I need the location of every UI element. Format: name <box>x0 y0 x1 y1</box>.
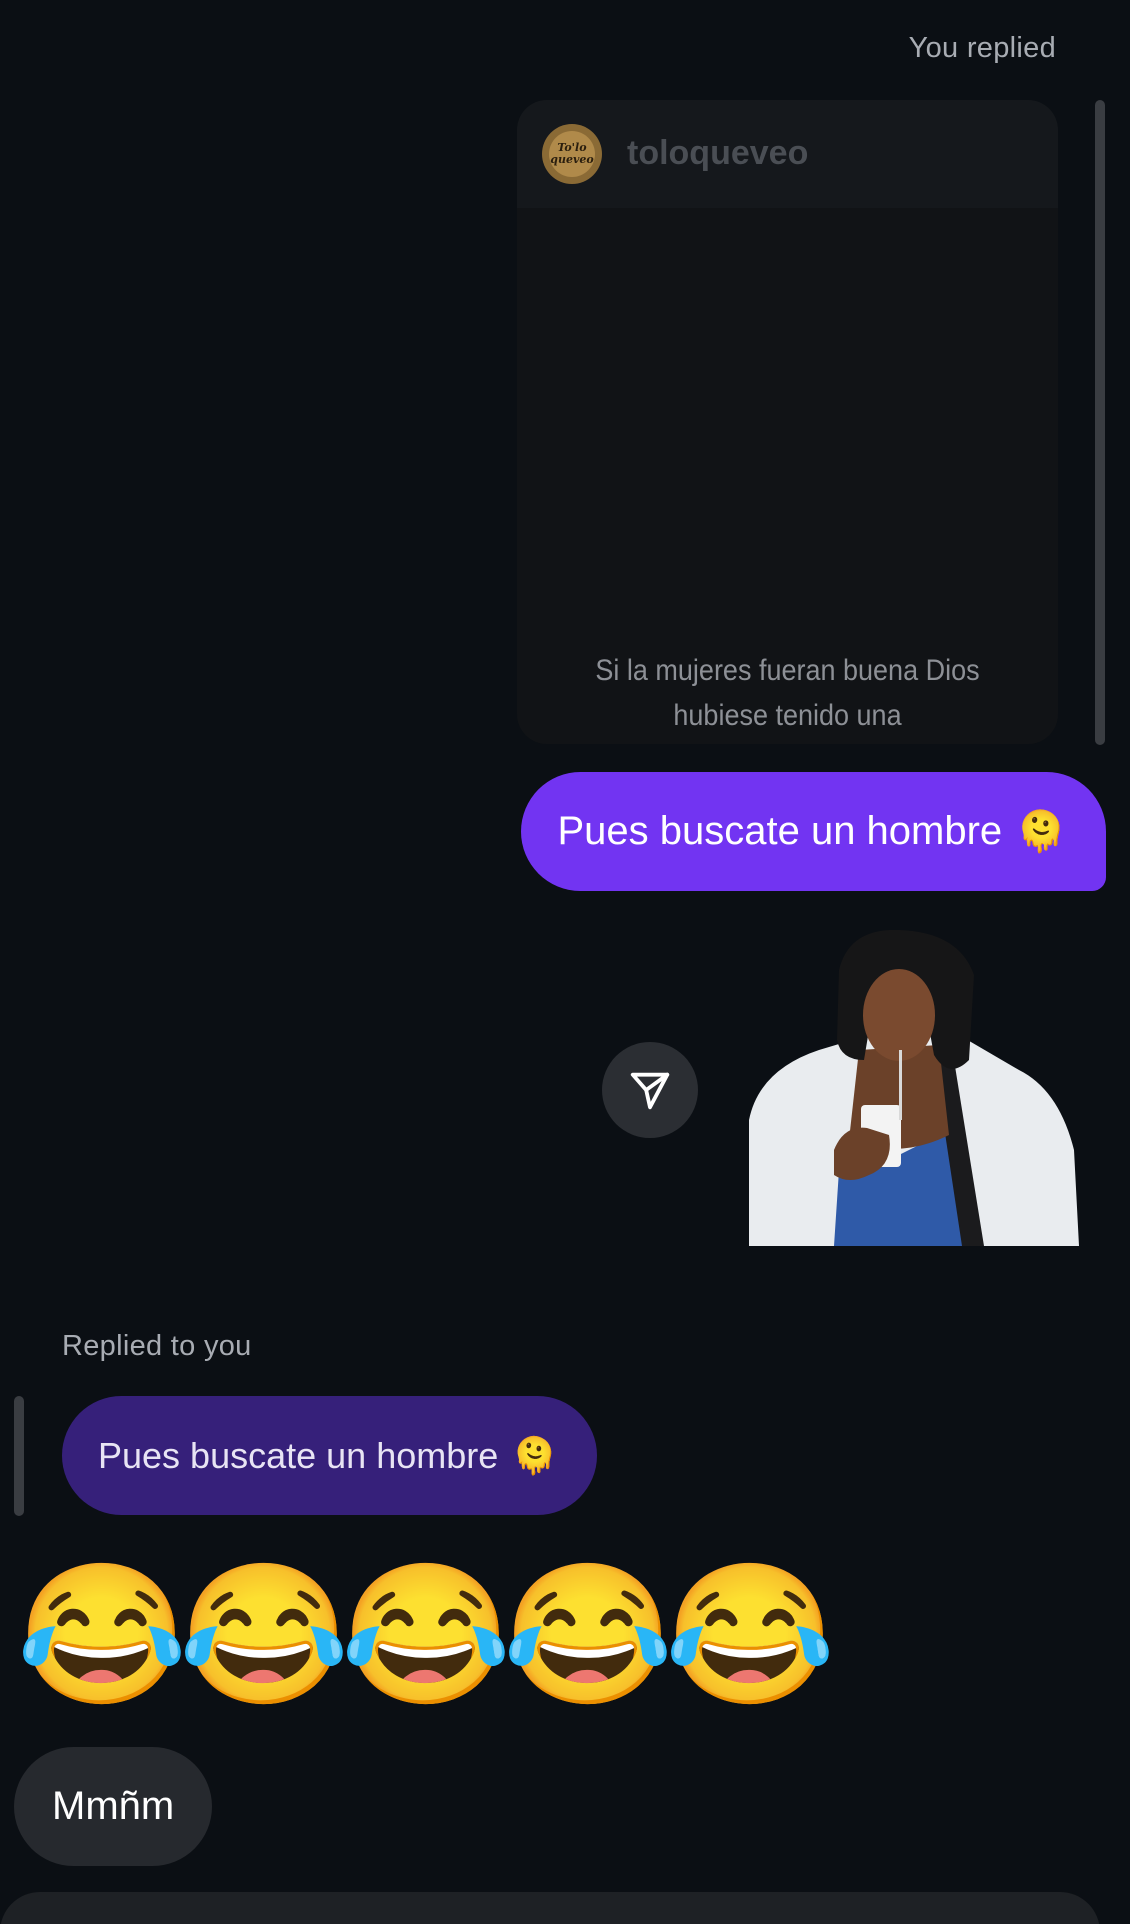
reply-indicator-bar <box>14 1396 24 1516</box>
message-composer[interactable] <box>0 1892 1100 1924</box>
emoji-message[interactable]: 😂 😂 😂 😂 😂 <box>16 1558 836 1712</box>
story-reply-card[interactable]: To'lo queveo toloqueveo Si la mujeres fu… <box>517 100 1058 744</box>
story-username[interactable]: toloqueveo <box>627 134 808 173</box>
replied-to-you-label: Replied to you <box>62 1330 252 1362</box>
quoted-message-bubble[interactable]: Pues buscate un hombre 🫠 <box>62 1396 598 1515</box>
tears-of-joy-emoji: 😂 <box>178 1558 350 1712</box>
you-replied-label: You replied <box>908 32 1056 64</box>
melting-face-emoji: 🫠 <box>1016 809 1066 854</box>
sticker-image[interactable] <box>749 930 1079 1246</box>
sent-message-text: Pues buscate un hombre <box>557 809 1003 853</box>
story-avatar-logo: To'lo queveo <box>549 131 595 177</box>
share-button[interactable] <box>602 1042 698 1138</box>
story-header: To'lo queveo toloqueveo <box>517 100 1058 208</box>
melting-face-emoji: 🫠 <box>512 1434 558 1476</box>
story-preview[interactable]: Si la mujeres fueran buena Dios hubiese … <box>517 208 1058 744</box>
quoted-message-text: Pues buscate un hombre <box>98 1434 499 1476</box>
tears-of-joy-emoji: 😂 <box>16 1558 188 1712</box>
received-message-text: Mmñm <box>52 1784 175 1828</box>
paper-plane-icon <box>630 1072 670 1110</box>
sent-message-bubble[interactable]: Pues buscate un hombre 🫠 <box>521 772 1106 891</box>
reply-indicator-bar <box>1095 100 1105 745</box>
dm-thread: You replied To'lo queveo toloqueveo Si l… <box>0 0 1130 1924</box>
tears-of-joy-emoji: 😂 <box>664 1558 836 1712</box>
tears-of-joy-emoji: 😂 <box>340 1558 512 1712</box>
story-avatar[interactable]: To'lo queveo <box>542 124 602 184</box>
story-caption: Si la mujeres fueran buena Dios hubiese … <box>595 654 980 732</box>
received-message-bubble[interactable]: Mmñm <box>14 1747 213 1866</box>
tears-of-joy-emoji: 😂 <box>502 1558 674 1712</box>
